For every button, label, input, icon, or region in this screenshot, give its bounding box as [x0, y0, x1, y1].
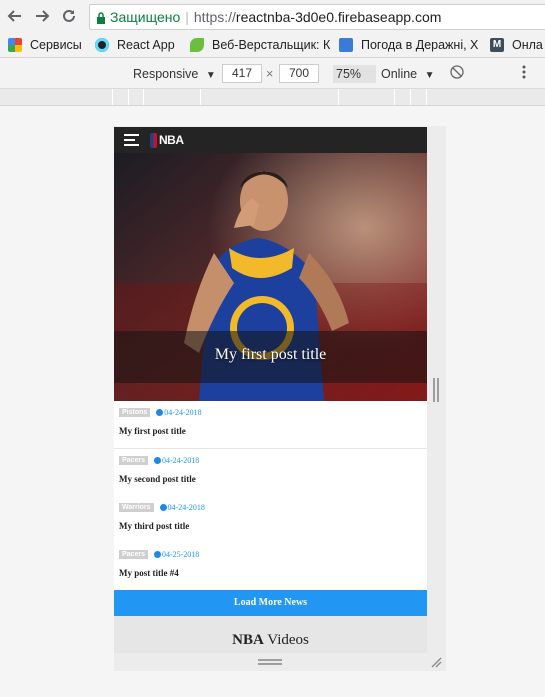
news-date: 04-24-2018 [161, 456, 200, 465]
news-date: 04-24-2018 [164, 408, 202, 417]
app-header: NBA [114, 127, 427, 153]
url-host: reactnba-3d0e0.firebaseapp.com [235, 9, 442, 25]
bookmark-web-verstalshchik[interactable]: Веб-Верстальщик: К [190, 33, 330, 57]
zoom-label: 75% [336, 67, 362, 81]
bookmark-label: React App [117, 38, 175, 52]
team-tag: Warriors [119, 503, 154, 512]
news-date: 04-25-2018 [161, 550, 200, 559]
responsive-select[interactable]: Responsive ▼ [133, 65, 216, 83]
rotate-icon[interactable] [450, 65, 464, 83]
clock-icon [153, 551, 161, 558]
news-item[interactable]: Pacers 04-24-2018 My second post title [114, 449, 427, 497]
device-viewport: NBA My first post title Pistons 04-24-20… [114, 127, 427, 653]
bookmark-weather[interactable]: Погода в Деражні, Х [339, 33, 478, 57]
react-icon [95, 38, 109, 52]
more-options-icon[interactable] [522, 65, 526, 83]
m-icon: M [490, 38, 504, 52]
dropdown-caret-icon: ▼ [424, 70, 435, 81]
news-meta: Warriors 04-24-2018 [119, 502, 205, 513]
resize-handle-right[interactable] [433, 378, 439, 402]
team-tag: Pacers [119, 550, 148, 559]
bookmark-label: Сервисы [30, 38, 82, 52]
lock-icon [97, 12, 105, 25]
nba-logo-text: NBA [159, 133, 184, 147]
width-input[interactable]: 417 [222, 64, 262, 83]
responsive-label: Responsive [133, 67, 199, 81]
url-protocol: https:// [193, 9, 236, 25]
apps-grid-icon [8, 38, 22, 52]
clock-icon [156, 409, 164, 416]
bookmark-online[interactable]: M Онла [490, 33, 543, 57]
resize-corner-icon[interactable] [430, 656, 442, 668]
clock-icon [159, 504, 167, 511]
forward-icon[interactable] [32, 6, 52, 26]
weather-icon [339, 38, 353, 52]
media-query-ruler[interactable] [0, 89, 545, 106]
resize-handle-bottom[interactable] [258, 659, 282, 665]
news-title[interactable]: My post title #4 [119, 568, 179, 578]
reload-icon[interactable] [59, 6, 79, 26]
videos-section-heading: NBA Videos [114, 616, 427, 653]
news-title[interactable]: My third post title [119, 521, 189, 531]
news-title[interactable]: My second post title [119, 474, 196, 484]
bookmark-react-app[interactable]: React App [95, 33, 175, 57]
news-item[interactable]: Pacers 04-25-2018 My post title #4 [114, 543, 427, 591]
news-item[interactable]: Warriors 04-24-2018 My third post title [114, 496, 427, 544]
back-icon[interactable] [5, 6, 25, 26]
news-meta: Pacers 04-24-2018 [119, 455, 199, 466]
network-select[interactable]: Online ▼ [381, 65, 435, 83]
news-title[interactable]: My first post title [119, 426, 186, 436]
nba-logo[interactable]: NBA [150, 132, 184, 148]
news-meta: Pacers 04-25-2018 [119, 549, 199, 560]
load-more-button[interactable]: Load More News [114, 590, 427, 616]
secure-label: Защищено [110, 9, 181, 25]
hamburger-menu-icon[interactable] [124, 134, 139, 146]
videos-label: Videos [263, 632, 309, 648]
team-tag: Pacers [119, 456, 148, 465]
videos-brand: NBA [232, 632, 264, 648]
network-label: Online [381, 67, 418, 81]
bookmark-label: Погода в Деражні, Х [361, 38, 479, 52]
hero-slide[interactable]: My first post title [114, 153, 427, 401]
leaf-icon [190, 38, 204, 52]
team-tag: Pistons [119, 408, 151, 417]
news-meta: Pistons 04-24-2018 [119, 407, 202, 418]
nba-logo-icon [150, 132, 157, 148]
clock-icon [153, 457, 161, 464]
address-bar[interactable]: Защищено | https://reactnba-3d0e0.firebase… [89, 4, 545, 30]
device-toolbar: Responsive ▼ 417 × 700 75% ▼ Online ▼ [0, 58, 545, 99]
browser-toolbar: Защищено | https://reactnba-3d0e0.firebase… [0, 0, 545, 34]
dropdown-caret-icon: ▼ [205, 70, 216, 81]
bookmarks-bar: Сервисы React App Веб-Верстальщик: К Пог… [0, 33, 545, 58]
bookmark-label: Веб-Верстальщик: К [212, 38, 331, 52]
bookmark-label: Онла [512, 38, 543, 52]
news-date: 04-24-2018 [167, 503, 205, 512]
zoom-select[interactable]: 75% ▼ [333, 65, 376, 99]
times-sign: × [266, 67, 274, 81]
hero-title[interactable]: My first post title [114, 346, 427, 364]
height-input[interactable]: 700 [279, 64, 319, 83]
news-item[interactable]: Pistons 04-24-2018 My first post title [114, 401, 427, 449]
bookmark-apps[interactable]: Сервисы [8, 33, 82, 57]
